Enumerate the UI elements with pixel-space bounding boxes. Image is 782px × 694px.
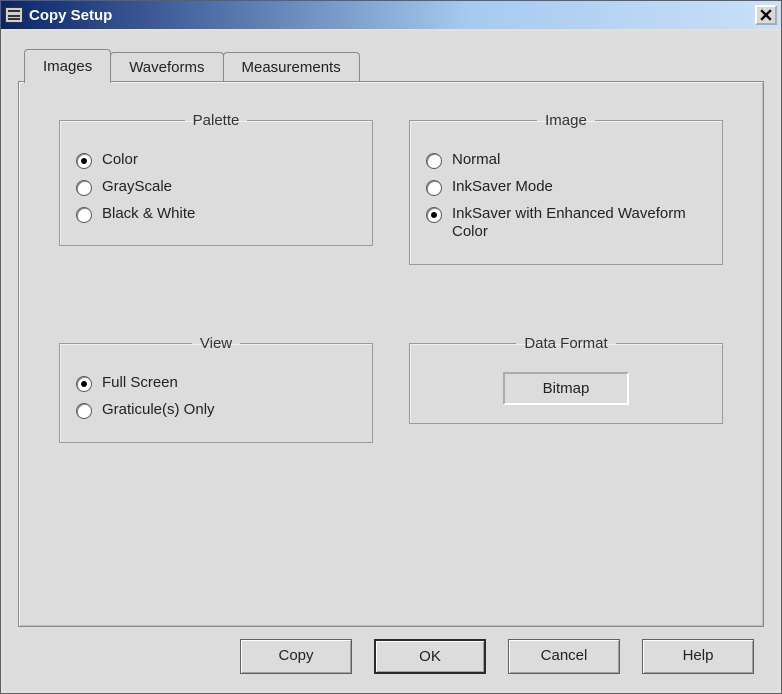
radio-icon — [76, 180, 92, 196]
radio-label: GrayScale — [102, 178, 172, 197]
cancel-button[interactable]: Cancel — [508, 639, 620, 674]
close-button[interactable] — [755, 5, 777, 25]
tab-strip: Images Waveforms Measurements — [24, 49, 764, 82]
radio-label: Black & White — [102, 205, 195, 224]
group-palette-legend: Palette — [185, 112, 248, 129]
radio-icon — [76, 207, 92, 223]
copy-button-label: Copy — [278, 647, 313, 664]
group-image: Image Normal InkSaver Mode InkSaver with… — [409, 112, 723, 265]
radio-image-normal[interactable]: Normal — [426, 151, 706, 170]
radio-palette-grayscale[interactable]: GrayScale — [76, 178, 356, 197]
title-bar: Copy Setup — [1, 1, 781, 29]
radio-image-inksaver-enhanced[interactable]: InkSaver with Enhanced Waveform Color — [426, 205, 706, 243]
tab-images-label: Images — [43, 58, 92, 75]
radio-palette-color[interactable]: Color — [76, 151, 356, 170]
group-data-format-legend: Data Format — [516, 335, 615, 352]
radio-view-fullscreen[interactable]: Full Screen — [76, 374, 356, 393]
radio-label: InkSaver Mode — [452, 178, 553, 197]
radio-icon — [426, 180, 442, 196]
close-icon — [760, 9, 772, 21]
window-title: Copy Setup — [29, 7, 112, 24]
radio-label: Graticule(s) Only — [102, 401, 215, 420]
system-menu-icon[interactable] — [5, 7, 23, 23]
tab-images[interactable]: Images — [24, 49, 111, 83]
group-palette: Palette Color GrayScale Black & White — [59, 112, 373, 246]
radio-icon — [76, 376, 92, 392]
radio-label: InkSaver with Enhanced Waveform Color — [452, 205, 706, 243]
client-area: Images Waveforms Measurements Palette Co… — [4, 31, 778, 690]
radio-image-inksaver[interactable]: InkSaver Mode — [426, 178, 706, 197]
help-button[interactable]: Help — [642, 639, 754, 674]
tab-waveforms-label: Waveforms — [129, 59, 204, 76]
tab-measurements[interactable]: Measurements — [223, 52, 360, 82]
group-view: View Full Screen Graticule(s) Only — [59, 335, 373, 443]
tab-waveforms[interactable]: Waveforms — [110, 52, 223, 82]
radio-view-graticule[interactable]: Graticule(s) Only — [76, 401, 356, 420]
radio-palette-bw[interactable]: Black & White — [76, 205, 356, 224]
radio-label: Full Screen — [102, 374, 178, 393]
copy-button[interactable]: Copy — [240, 639, 352, 674]
radio-icon — [426, 207, 442, 223]
tab-panel-images: Palette Color GrayScale Black & White — [18, 81, 764, 627]
group-view-legend: View — [192, 335, 240, 352]
dialog-window: Copy Setup Images Waveforms Measurements — [0, 0, 782, 694]
radio-label: Color — [102, 151, 138, 170]
data-format-value: Bitmap — [543, 380, 590, 397]
ok-button-label: OK — [419, 648, 441, 665]
button-bar: Copy OK Cancel Help — [240, 639, 754, 674]
data-format-button[interactable]: Bitmap — [503, 372, 629, 405]
group-image-legend: Image — [537, 112, 595, 129]
radio-icon — [76, 403, 92, 419]
group-data-format: Data Format Bitmap — [409, 335, 723, 424]
radio-label: Normal — [452, 151, 500, 170]
ok-button[interactable]: OK — [374, 639, 486, 674]
radio-icon — [76, 153, 92, 169]
tab-measurements-label: Measurements — [242, 59, 341, 76]
cancel-button-label: Cancel — [541, 647, 588, 664]
help-button-label: Help — [683, 647, 714, 664]
radio-icon — [426, 153, 442, 169]
